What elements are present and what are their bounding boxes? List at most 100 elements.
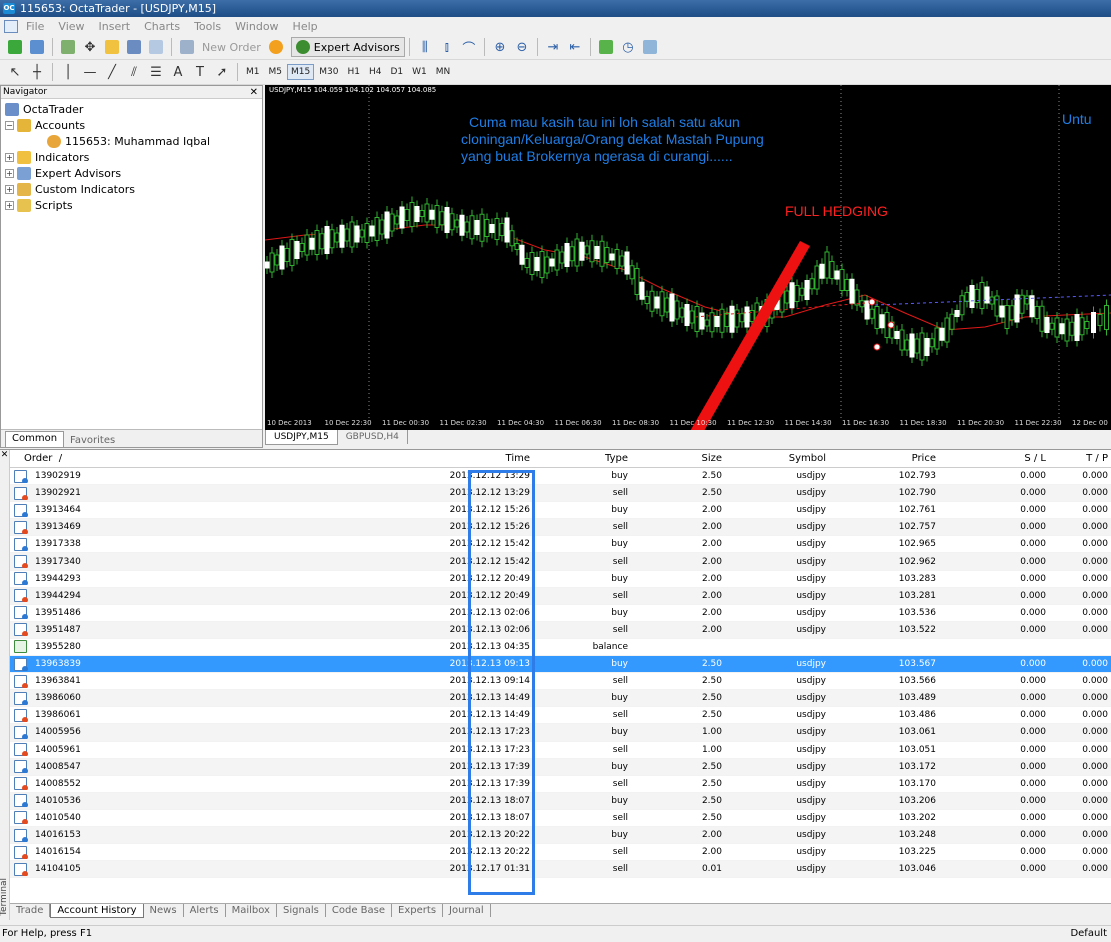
table-row[interactable]: 13944293 2013.12.12 20:49 buy 2.00 usdjpy 103… bbox=[10, 571, 1111, 588]
expert-advisors-button[interactable]: Expert Advisors bbox=[290, 37, 405, 57]
tab-trade[interactable]: Trade bbox=[10, 904, 51, 917]
table-row[interactable]: 14016153 2013.12.13 20:22 buy 2.00 usdjpy 103… bbox=[10, 826, 1111, 845]
table-row[interactable]: 14010540 2013.12.13 18:07 sell 2.50 usdjpy 10… bbox=[10, 810, 1111, 827]
tab-signals[interactable]: Signals bbox=[277, 904, 326, 917]
timeframe-d1[interactable]: D1 bbox=[386, 64, 407, 80]
table-row[interactable]: 14104105 2013.12.17 01:31 sell 0.01 usdjpy 10… bbox=[10, 861, 1111, 879]
tree-scripts[interactable]: + Scripts bbox=[5, 197, 258, 213]
expand-icon[interactable]: + bbox=[5, 184, 14, 194]
timeframe-h1[interactable]: H1 bbox=[343, 64, 364, 80]
table-row[interactable]: 14005956 2013.12.13 17:23 buy 1.00 usdjpy 103… bbox=[10, 724, 1111, 742]
navigator-icon[interactable] bbox=[101, 37, 123, 57]
chart-shift-icon[interactable]: ⇥ bbox=[542, 37, 564, 57]
col-type[interactable]: Type bbox=[530, 453, 628, 464]
col-size[interactable]: Size bbox=[628, 453, 722, 464]
table-row[interactable]: 14008552 2013.12.13 17:39 sell 2.50 usdjpy 10… bbox=[10, 776, 1111, 793]
zoom-out-icon[interactable]: ⊖ bbox=[511, 37, 533, 57]
table-row[interactable]: 13944294 2013.12.12 20:49 sell 2.00 usdjpy 10… bbox=[10, 587, 1111, 605]
tree-accounts[interactable]: − Accounts bbox=[5, 117, 258, 133]
col-sl[interactable]: S / L bbox=[936, 453, 1046, 464]
close-icon[interactable]: ✕ bbox=[0, 450, 9, 460]
table-row[interactable]: 13963839 2013.12.13 09:13 buy 2.50 usdjpy 103… bbox=[10, 656, 1111, 674]
col-tp[interactable]: T / P bbox=[1046, 453, 1108, 464]
close-icon[interactable]: ✕ bbox=[250, 86, 258, 99]
table-row[interactable]: 14008547 2013.12.13 17:39 buy 2.50 usdjpy 103… bbox=[10, 758, 1111, 776]
col-price[interactable]: Price bbox=[826, 453, 936, 464]
timeframe-m5[interactable]: M5 bbox=[265, 64, 287, 80]
timeframe-mn[interactable]: MN bbox=[432, 64, 455, 80]
menu-window[interactable]: Window bbox=[235, 20, 278, 33]
market-watch-icon[interactable] bbox=[57, 37, 79, 57]
text-label-icon[interactable]: T bbox=[189, 62, 211, 82]
timeframe-m30[interactable]: M30 bbox=[315, 64, 342, 80]
tree-indicators[interactable]: + Indicators bbox=[5, 149, 258, 165]
tree-account-item[interactable]: 115653: Muhammad Iqbal bbox=[5, 133, 258, 149]
fibonacci-icon[interactable]: ☰ bbox=[145, 62, 167, 82]
table-row[interactable]: 13902919 2013.12.12 13:29 buy 2.50 usdjpy 102… bbox=[10, 468, 1111, 486]
timeframe-w1[interactable]: W1 bbox=[408, 64, 431, 80]
table-row[interactable]: 13917338 2013.12.12 15:42 buy 2.00 usdjpy 102… bbox=[10, 536, 1111, 554]
table-row[interactable]: 14010536 2013.12.13 18:07 buy 2.50 usdjpy 103… bbox=[10, 792, 1111, 810]
timeframe-m1[interactable]: M1 bbox=[242, 64, 264, 80]
price-chart[interactable]: USDJPY,M15 104.059 104.102 104.057 104.0… bbox=[265, 85, 1111, 430]
bar-chart-icon[interactable]: ⫼ bbox=[414, 37, 436, 57]
table-row[interactable]: 13902921 2013.12.12 13:29 sell 2.50 usdjpy 10… bbox=[10, 485, 1111, 503]
table-row[interactable]: 14016154 2013.12.13 20:22 sell 2.00 usdjpy 10… bbox=[10, 844, 1111, 862]
tree-root[interactable]: OctaTrader bbox=[5, 101, 258, 117]
tree-custom-indicators[interactable]: + Custom Indicators bbox=[5, 181, 258, 197]
table-row[interactable]: 14005961 2013.12.13 17:23 sell 1.00 usdjpy 10… bbox=[10, 742, 1111, 759]
terminal-icon[interactable] bbox=[123, 37, 145, 57]
timeframe-m15[interactable]: M15 bbox=[287, 64, 315, 80]
tab-gbpusd-h4[interactable]: GBPUSD,H4 bbox=[338, 430, 408, 444]
candlestick-icon[interactable]: ⫾ bbox=[436, 37, 458, 57]
new-order-button[interactable]: New Order bbox=[202, 41, 261, 54]
timeframe-h4[interactable]: H4 bbox=[365, 64, 386, 80]
line-chart-icon[interactable]: ⌒ bbox=[458, 37, 480, 57]
col-symbol[interactable]: Symbol bbox=[722, 453, 826, 464]
table-row[interactable]: 13955280 2013.12.13 04:35 balance bbox=[10, 639, 1111, 657]
tester-icon[interactable] bbox=[145, 37, 167, 57]
collapse-icon[interactable]: − bbox=[5, 120, 14, 130]
menu-help[interactable]: Help bbox=[293, 20, 318, 33]
tab-common[interactable]: Common bbox=[5, 431, 65, 447]
periods-icon[interactable]: ◷ bbox=[617, 37, 639, 57]
tab-mailbox[interactable]: Mailbox bbox=[226, 904, 277, 917]
tab-alerts[interactable]: Alerts bbox=[184, 904, 226, 917]
templates-icon[interactable] bbox=[639, 37, 661, 57]
expand-icon[interactable]: + bbox=[5, 152, 14, 162]
crosshair-icon[interactable]: ┼ bbox=[26, 62, 48, 82]
table-row[interactable]: 13913469 2013.12.12 15:26 sell 2.00 usdjpy 10… bbox=[10, 519, 1111, 537]
trendline-icon[interactable]: ╱ bbox=[101, 62, 123, 82]
tab-usdjpy-m15[interactable]: USDJPY,M15 bbox=[265, 430, 338, 445]
table-row[interactable]: 13951486 2013.12.13 02:06 buy 2.00 usdjpy 103… bbox=[10, 605, 1111, 622]
table-row[interactable]: 13951487 2013.12.13 02:06 sell 2.00 usdjpy 10… bbox=[10, 621, 1111, 639]
profiles-icon[interactable] bbox=[26, 37, 48, 57]
menu-charts[interactable]: Charts bbox=[144, 20, 180, 33]
menu-insert[interactable]: Insert bbox=[99, 20, 131, 33]
channel-icon[interactable]: ⫽ bbox=[123, 62, 145, 82]
new-chart-icon[interactable] bbox=[4, 37, 26, 57]
arrows-icon[interactable]: ➚ bbox=[211, 62, 233, 82]
indicators-icon[interactable] bbox=[595, 37, 617, 57]
expand-icon[interactable]: + bbox=[5, 200, 14, 210]
tree-expert-advisors[interactable]: + Expert Advisors bbox=[5, 165, 258, 181]
cursor-icon[interactable]: ↖ bbox=[4, 62, 26, 82]
zoom-in-icon[interactable]: ⊕ bbox=[489, 37, 511, 57]
col-time[interactable]: Time bbox=[160, 453, 530, 464]
document-icon[interactable] bbox=[4, 19, 18, 33]
metaeditor-icon[interactable] bbox=[265, 37, 287, 57]
tab-experts[interactable]: Experts bbox=[392, 904, 444, 917]
col-order[interactable]: Order / bbox=[10, 453, 160, 464]
tab-news[interactable]: News bbox=[144, 904, 184, 917]
data-window-icon[interactable]: ✥ bbox=[79, 37, 101, 57]
vertical-line-icon[interactable]: │ bbox=[57, 62, 79, 82]
table-row[interactable]: 13963841 2013.12.13 09:14 sell 2.50 usdjpy 10… bbox=[10, 673, 1111, 691]
tab-account-history[interactable]: Account History bbox=[50, 904, 144, 918]
table-row[interactable]: 13917340 2013.12.12 15:42 sell 2.00 usdjpy 10… bbox=[10, 553, 1111, 571]
autoscroll-icon[interactable]: ⇤ bbox=[564, 37, 586, 57]
tab-favorites[interactable]: Favorites bbox=[64, 434, 121, 447]
table-row[interactable]: 13986061 2013.12.13 14:49 sell 2.50 usdjpy 10… bbox=[10, 707, 1111, 725]
expand-icon[interactable]: + bbox=[5, 168, 14, 178]
menu-view[interactable]: View bbox=[58, 20, 84, 33]
new-order-icon[interactable] bbox=[176, 37, 198, 57]
